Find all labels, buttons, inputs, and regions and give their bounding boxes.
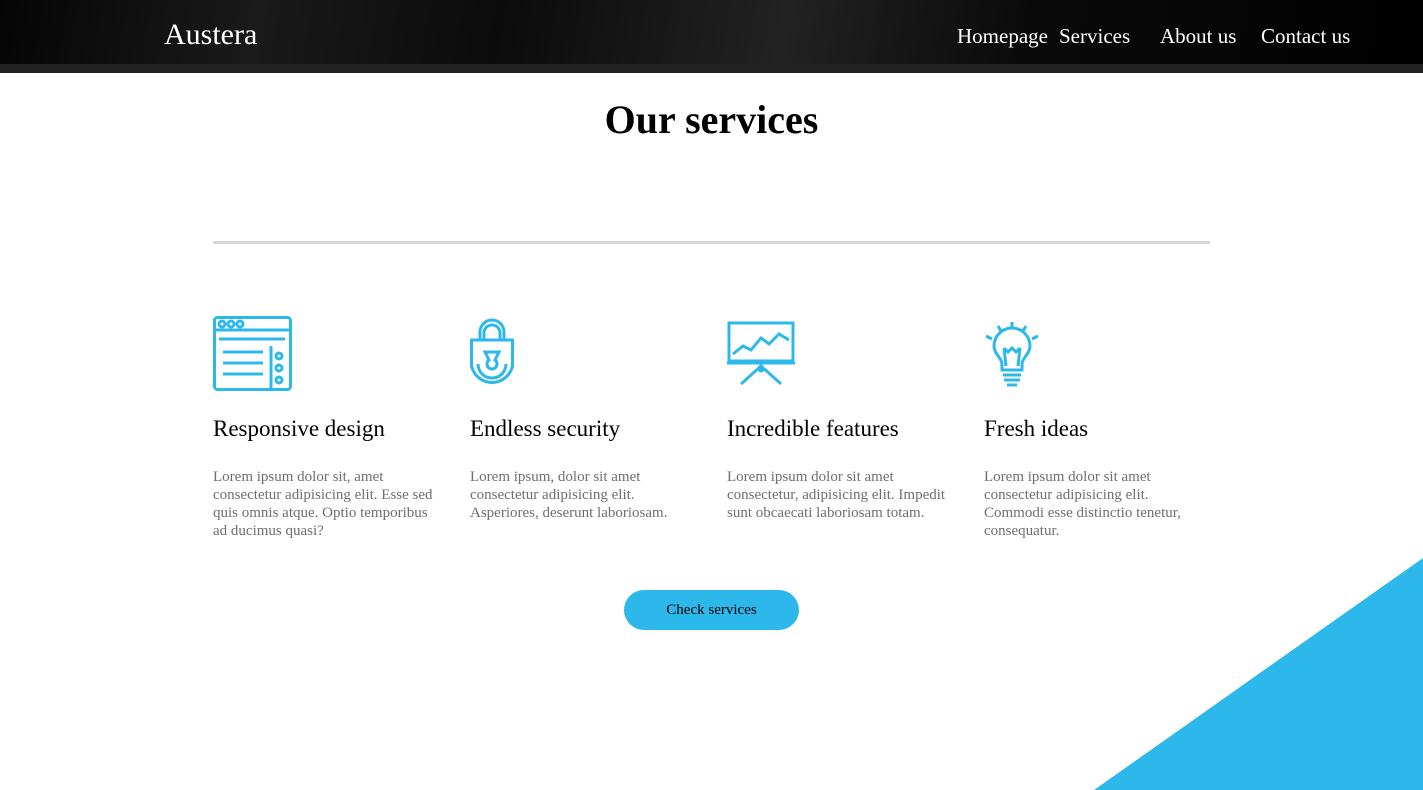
service-description: Lorem ipsum dolor sit amet consectetur a…	[984, 469, 1181, 539]
section-divider	[213, 241, 1210, 244]
service-card-responsive-design: Responsive design Lorem ipsum dolor sit,…	[213, 314, 453, 539]
service-card-fresh-ideas: Fresh ideas Lorem ipsum dolor sit amet c…	[984, 314, 1224, 539]
service-title: Endless security	[470, 416, 621, 441]
presentation-chart-icon	[727, 321, 795, 386]
page-title: Our services	[604, 97, 819, 142]
site-header: Austera Homepage Services About us Conta…	[0, 0, 1423, 73]
lightbulb-icon	[985, 322, 1039, 387]
service-title: Fresh ideas	[984, 416, 1089, 441]
service-title: Incredible features	[727, 416, 899, 441]
nav-item-services[interactable]: Services	[1059, 24, 1130, 49]
service-title: Responsive design	[213, 416, 385, 441]
check-services-button[interactable]: Check services	[624, 590, 799, 630]
padlock-icon	[470, 318, 514, 384]
browser-window-icon	[213, 316, 292, 391]
service-card-incredible-features: Incredible features Lorem ipsum dolor si…	[727, 314, 967, 521]
nav-item-contact-us[interactable]: Contact us	[1261, 24, 1350, 49]
service-description: Lorem ipsum, dolor sit amet consectetur …	[470, 469, 668, 521]
nav-item-about-us[interactable]: About us	[1160, 24, 1236, 49]
service-card-endless-security: Endless security Lorem ipsum, dolor sit …	[470, 314, 710, 521]
service-description: Lorem ipsum dolor sit amet consectetur, …	[727, 469, 946, 521]
service-description: Lorem ipsum dolor sit, amet consectetur …	[213, 469, 433, 539]
nav-item-homepage[interactable]: Homepage	[957, 24, 1048, 49]
brand-logo[interactable]: Austera	[164, 18, 257, 52]
